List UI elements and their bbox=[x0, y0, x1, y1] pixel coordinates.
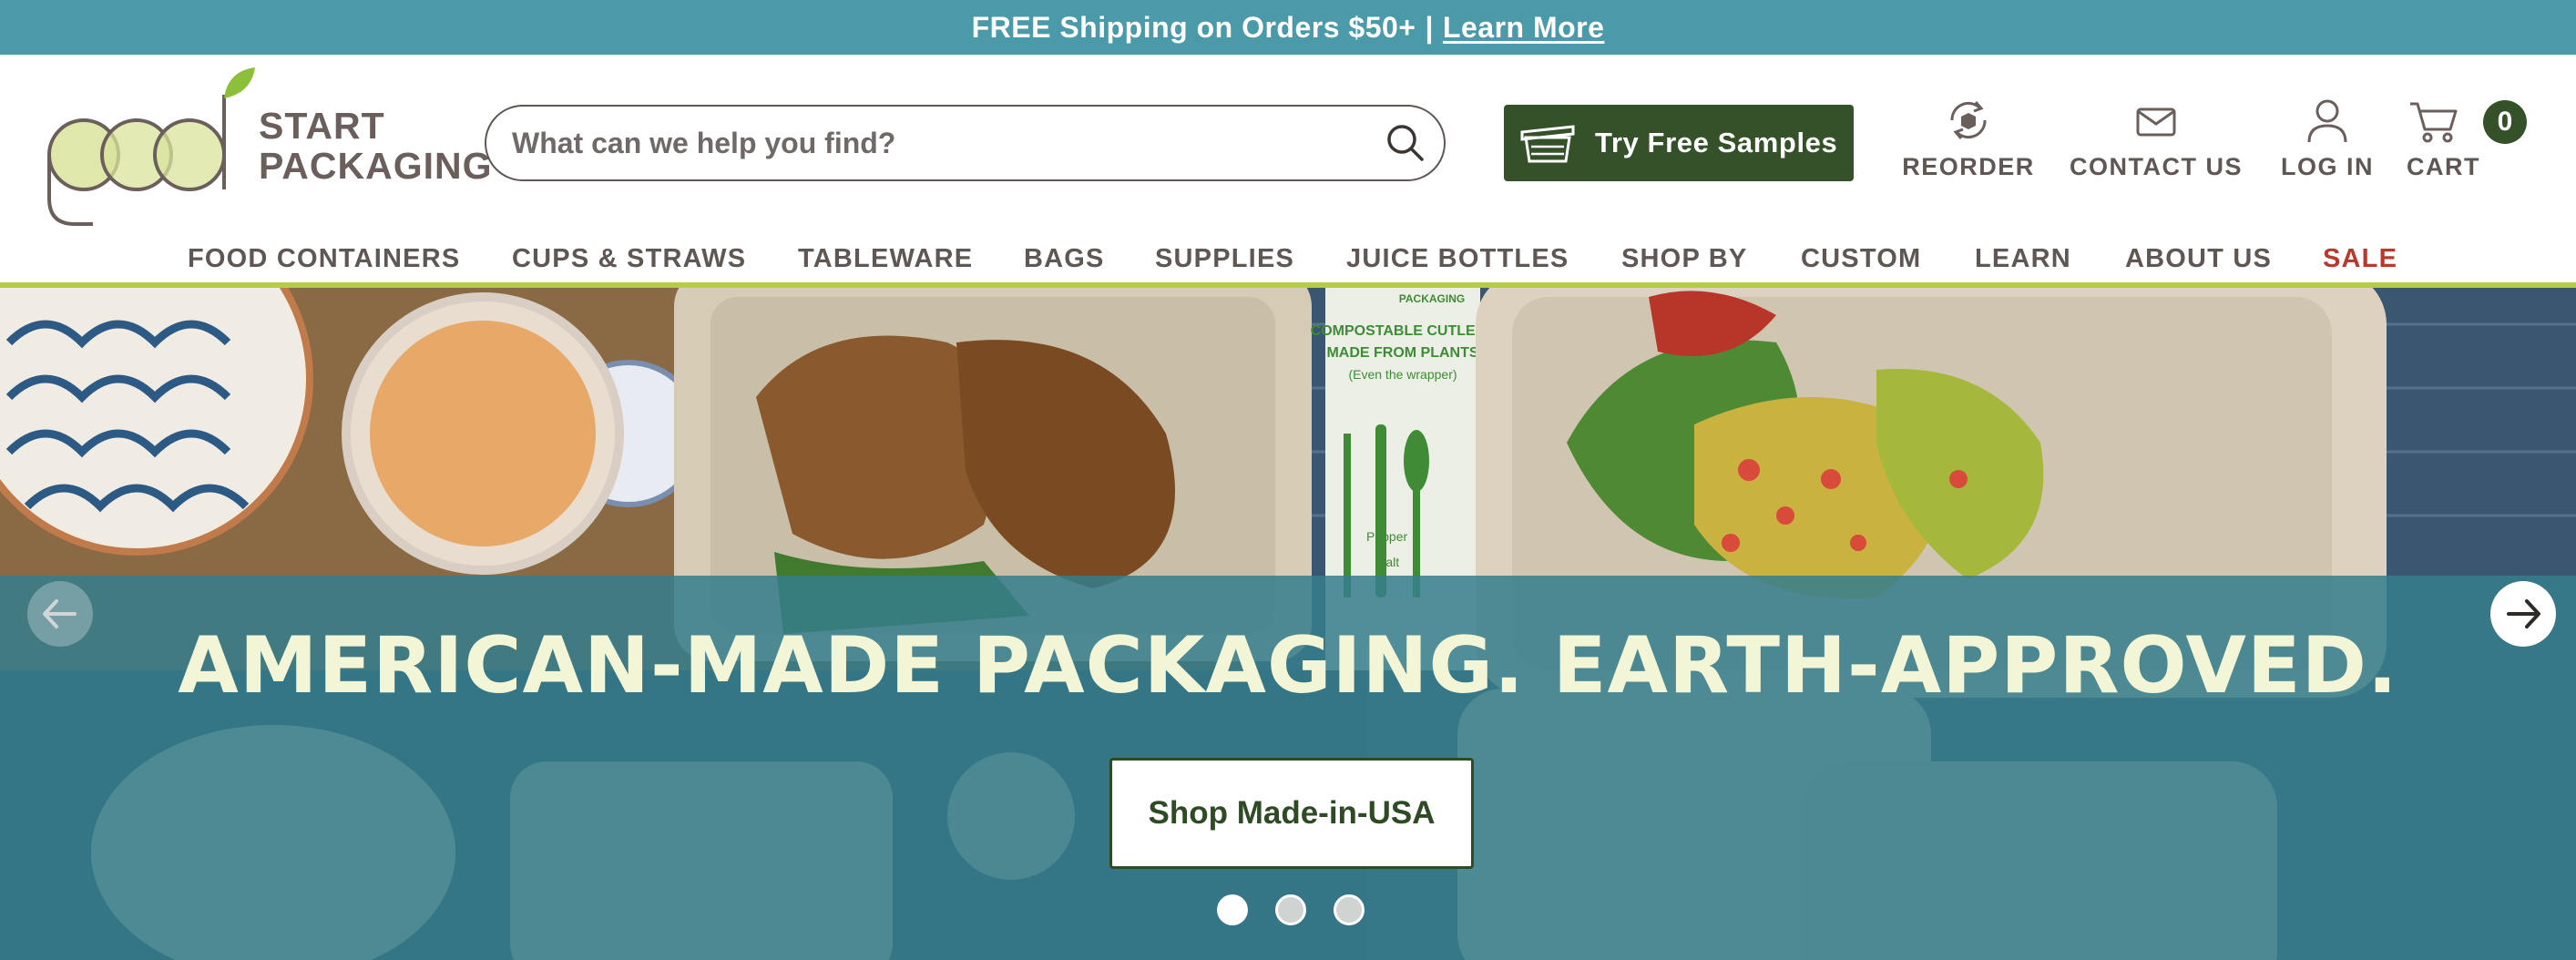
hero-headline: AMERICAN-MADE PACKAGING. EARTH-APPROVED. bbox=[178, 620, 2398, 711]
search-box bbox=[485, 105, 1446, 181]
cart-link[interactable]: 0 CART bbox=[2407, 95, 2527, 186]
carousel-dot-2[interactable] bbox=[1275, 894, 1306, 925]
main-nav: FOOD CONTAINERS CUPS & STRAWS TABLEWARE … bbox=[0, 233, 2576, 284]
try-free-samples-label: Try Free Samples bbox=[1595, 127, 1838, 158]
carousel-prev-button[interactable] bbox=[27, 581, 93, 647]
announcement-text: FREE Shipping on Orders $50+ bbox=[971, 10, 1416, 44]
nav-item-bags[interactable]: BAGS bbox=[1024, 233, 1105, 284]
shop-made-in-usa-button[interactable]: Shop Made-in-USA bbox=[1109, 758, 1474, 869]
log-in-link[interactable]: LOG IN bbox=[2277, 95, 2377, 186]
learn-more-link[interactable]: Learn More bbox=[1443, 11, 1604, 45]
announcement-bar: FREE Shipping on Orders $50+ | Learn Mor… bbox=[0, 0, 2576, 55]
logo-line-2: PACKAGING bbox=[259, 145, 493, 187]
nav-item-sale[interactable]: SALE bbox=[2323, 233, 2397, 284]
search-button[interactable] bbox=[1384, 121, 1427, 165]
carousel-dots bbox=[1217, 894, 1365, 925]
log-in-label: LOG IN bbox=[2281, 153, 2374, 180]
contact-us-link[interactable]: CONTACT US bbox=[2070, 95, 2243, 186]
nav-item-juice-bottles[interactable]: JUICE BOTTLES bbox=[1346, 233, 1569, 284]
cart-icon bbox=[2410, 102, 2458, 143]
nav-item-learn[interactable]: LEARN bbox=[1975, 233, 2071, 284]
search-icon bbox=[1387, 125, 1424, 161]
try-free-samples-button[interactable]: Try Free Samples bbox=[1504, 105, 1854, 181]
envelope-icon bbox=[2136, 107, 2176, 137]
nav-item-tableware[interactable]: TABLEWARE bbox=[798, 233, 973, 284]
arrow-left-icon bbox=[43, 599, 77, 628]
reorder-label: REORDER bbox=[1902, 153, 2035, 180]
nav-item-food-containers[interactable]: FOOD CONTAINERS bbox=[188, 233, 460, 284]
site-header: START PACKAGING Try Free Samples bbox=[0, 55, 2576, 288]
arrow-right-icon bbox=[2507, 599, 2540, 628]
pepper-packet-label: Pepper bbox=[1366, 529, 1407, 544]
logo-line-1: START bbox=[259, 105, 385, 147]
logo[interactable]: START PACKAGING bbox=[36, 62, 492, 226]
hero-carousel: COMPOSTABLE CUTLERY MADE FROM PLANTS (Ev… bbox=[0, 288, 2576, 960]
cutlery-wrapper-line-1: COMPOSTABLE CUTLERY bbox=[1311, 323, 1496, 339]
cart-label: CART bbox=[2407, 153, 2480, 180]
carousel-next-button[interactable] bbox=[2490, 581, 2556, 647]
nav-item-about-us[interactable]: ABOUT US bbox=[2125, 233, 2272, 284]
nav-item-supplies[interactable]: SUPPLIES bbox=[1155, 233, 1294, 284]
box-icon bbox=[1520, 125, 1575, 163]
carousel-dot-3[interactable] bbox=[1334, 894, 1365, 925]
nav-item-shop-by[interactable]: SHOP BY bbox=[1621, 233, 1747, 284]
nav-item-custom[interactable]: CUSTOM bbox=[1801, 233, 1921, 284]
logo-wordmark: START PACKAGING bbox=[259, 106, 493, 186]
reorder-link[interactable]: REORDER bbox=[1902, 95, 2035, 186]
announcement-separator: | bbox=[1425, 10, 1434, 44]
search-input[interactable] bbox=[512, 107, 1368, 179]
reorder-icon bbox=[1950, 101, 1987, 139]
cutlery-wrapper-line-3: (Even the wrapper) bbox=[1348, 367, 1457, 382]
user-icon bbox=[2307, 99, 2347, 143]
carousel-dot-1[interactable] bbox=[1217, 894, 1248, 925]
cart-count-badge: 0 bbox=[2483, 100, 2527, 144]
cutlery-wrapper-brand: PACKAGING bbox=[1399, 292, 1465, 305]
contact-us-label: CONTACT US bbox=[2070, 153, 2243, 180]
salt-packet-label: Salt bbox=[1377, 555, 1399, 569]
nav-item-cups-straws[interactable]: CUPS & STRAWS bbox=[512, 233, 746, 284]
cutlery-wrapper-line-2: MADE FROM PLANTS bbox=[1326, 345, 1478, 361]
